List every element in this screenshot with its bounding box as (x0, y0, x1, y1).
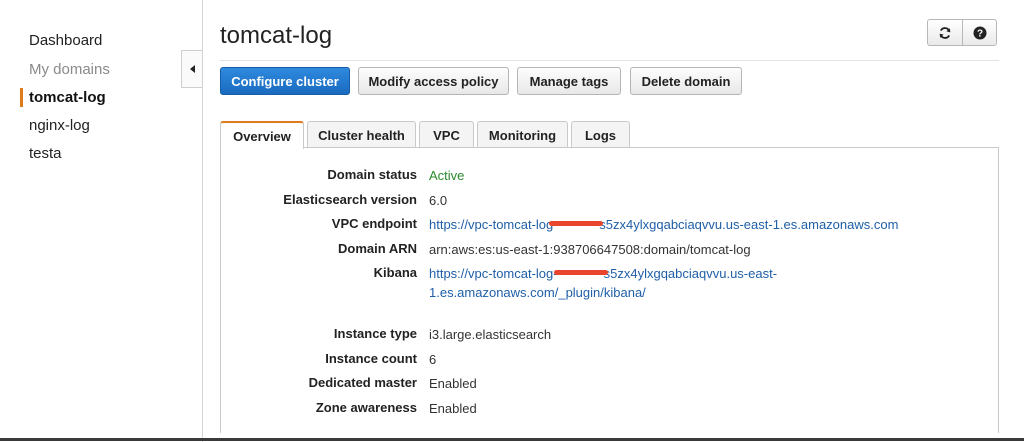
es-version-label: Elasticsearch version (283, 192, 417, 207)
instance-type-value: i3.large.elasticsearch (429, 327, 552, 342)
header-divider (220, 60, 999, 61)
zone-awareness-value: Enabled (429, 401, 477, 416)
kibana-prefix: https://vpc-tomcat-log- (429, 266, 558, 281)
tab-monitoring[interactable]: Monitoring (477, 121, 568, 148)
instance-type-label: Instance type (333, 326, 417, 341)
delete-domain-button[interactable]: Delete domain (630, 67, 742, 95)
refresh-icon (939, 26, 951, 39)
vpc-endpoint-link[interactable]: https://vpc-tomcat-log s5zx4ylxgqabciaqvv… (429, 217, 898, 232)
vpc-endpoint-prefix: https://vpc-tomcat-log (429, 217, 554, 232)
collapse-sidebar-button[interactable] (181, 50, 202, 88)
window-bottom-border (0, 438, 1024, 441)
sidebar-item-nginx-log[interactable]: nginx-log (29, 117, 90, 134)
tab-overview[interactable]: Overview (220, 121, 304, 149)
help-button[interactable]: ? (962, 19, 997, 46)
dedicated-master-label: Dedicated master (308, 375, 417, 390)
caret-left-icon (189, 65, 195, 73)
help-icon: ? (973, 26, 986, 39)
domain-status-value: Active (429, 168, 465, 183)
instance-count-label: Instance count (325, 351, 417, 366)
kibana-link[interactable]: https://vpc-tomcat-log-s5zx4ylxgqabciaqv… (429, 266, 777, 281)
dedicated-master-value: Enabled (429, 376, 477, 391)
sidebar-item-testa[interactable]: testa (29, 145, 62, 162)
domain-status-label: Domain status (327, 167, 417, 182)
manage-tags-button[interactable]: Manage tags (517, 67, 621, 95)
zone-awareness-label: Zone awareness (315, 400, 417, 415)
vpc-endpoint-suffix: s5zx4ylxgqabciaqvvu.us-east-1.es.amazona… (599, 217, 899, 232)
tab-logs[interactable]: Logs (571, 121, 630, 148)
redaction-mark (553, 270, 608, 276)
svg-text:?: ? (976, 28, 982, 39)
refresh-button[interactable] (927, 19, 962, 46)
sidebar-item-my-domains: My domains (29, 61, 110, 78)
es-version-value: 6.0 (429, 193, 448, 208)
sidebar-item-tomcat-log[interactable]: tomcat-log (29, 89, 106, 106)
domain-arn-label: Domain ARN (338, 241, 417, 256)
redaction-mark (549, 221, 604, 227)
tab-cluster-health[interactable]: Cluster health (307, 121, 416, 148)
kibana-link-line2[interactable]: 1.es.amazonaws.com/_plugin/kibana/ (429, 285, 646, 300)
tab-vpc[interactable]: VPC (419, 121, 474, 148)
sidebar: Dashboard My domains tomcat-log nginx-lo… (0, 0, 203, 442)
domain-arn-value: arn:aws:es:us-east-1:938706647508:domain… (429, 242, 751, 257)
header-icon-group: ? (927, 19, 997, 46)
instance-count-value: 6 (429, 352, 437, 367)
page-title: tomcat-log (220, 22, 333, 49)
kibana-suffix: s5zx4ylxgqabciaqvvu.us-east- (603, 266, 778, 281)
modify-access-policy-button[interactable]: Modify access policy (358, 67, 509, 95)
sidebar-item-dashboard[interactable]: Dashboard (29, 32, 102, 49)
vpc-endpoint-label: VPC endpoint (331, 216, 417, 231)
active-indicator (20, 88, 23, 107)
kibana-label: Kibana (373, 265, 417, 280)
configure-cluster-button[interactable]: Configure cluster (220, 67, 350, 95)
